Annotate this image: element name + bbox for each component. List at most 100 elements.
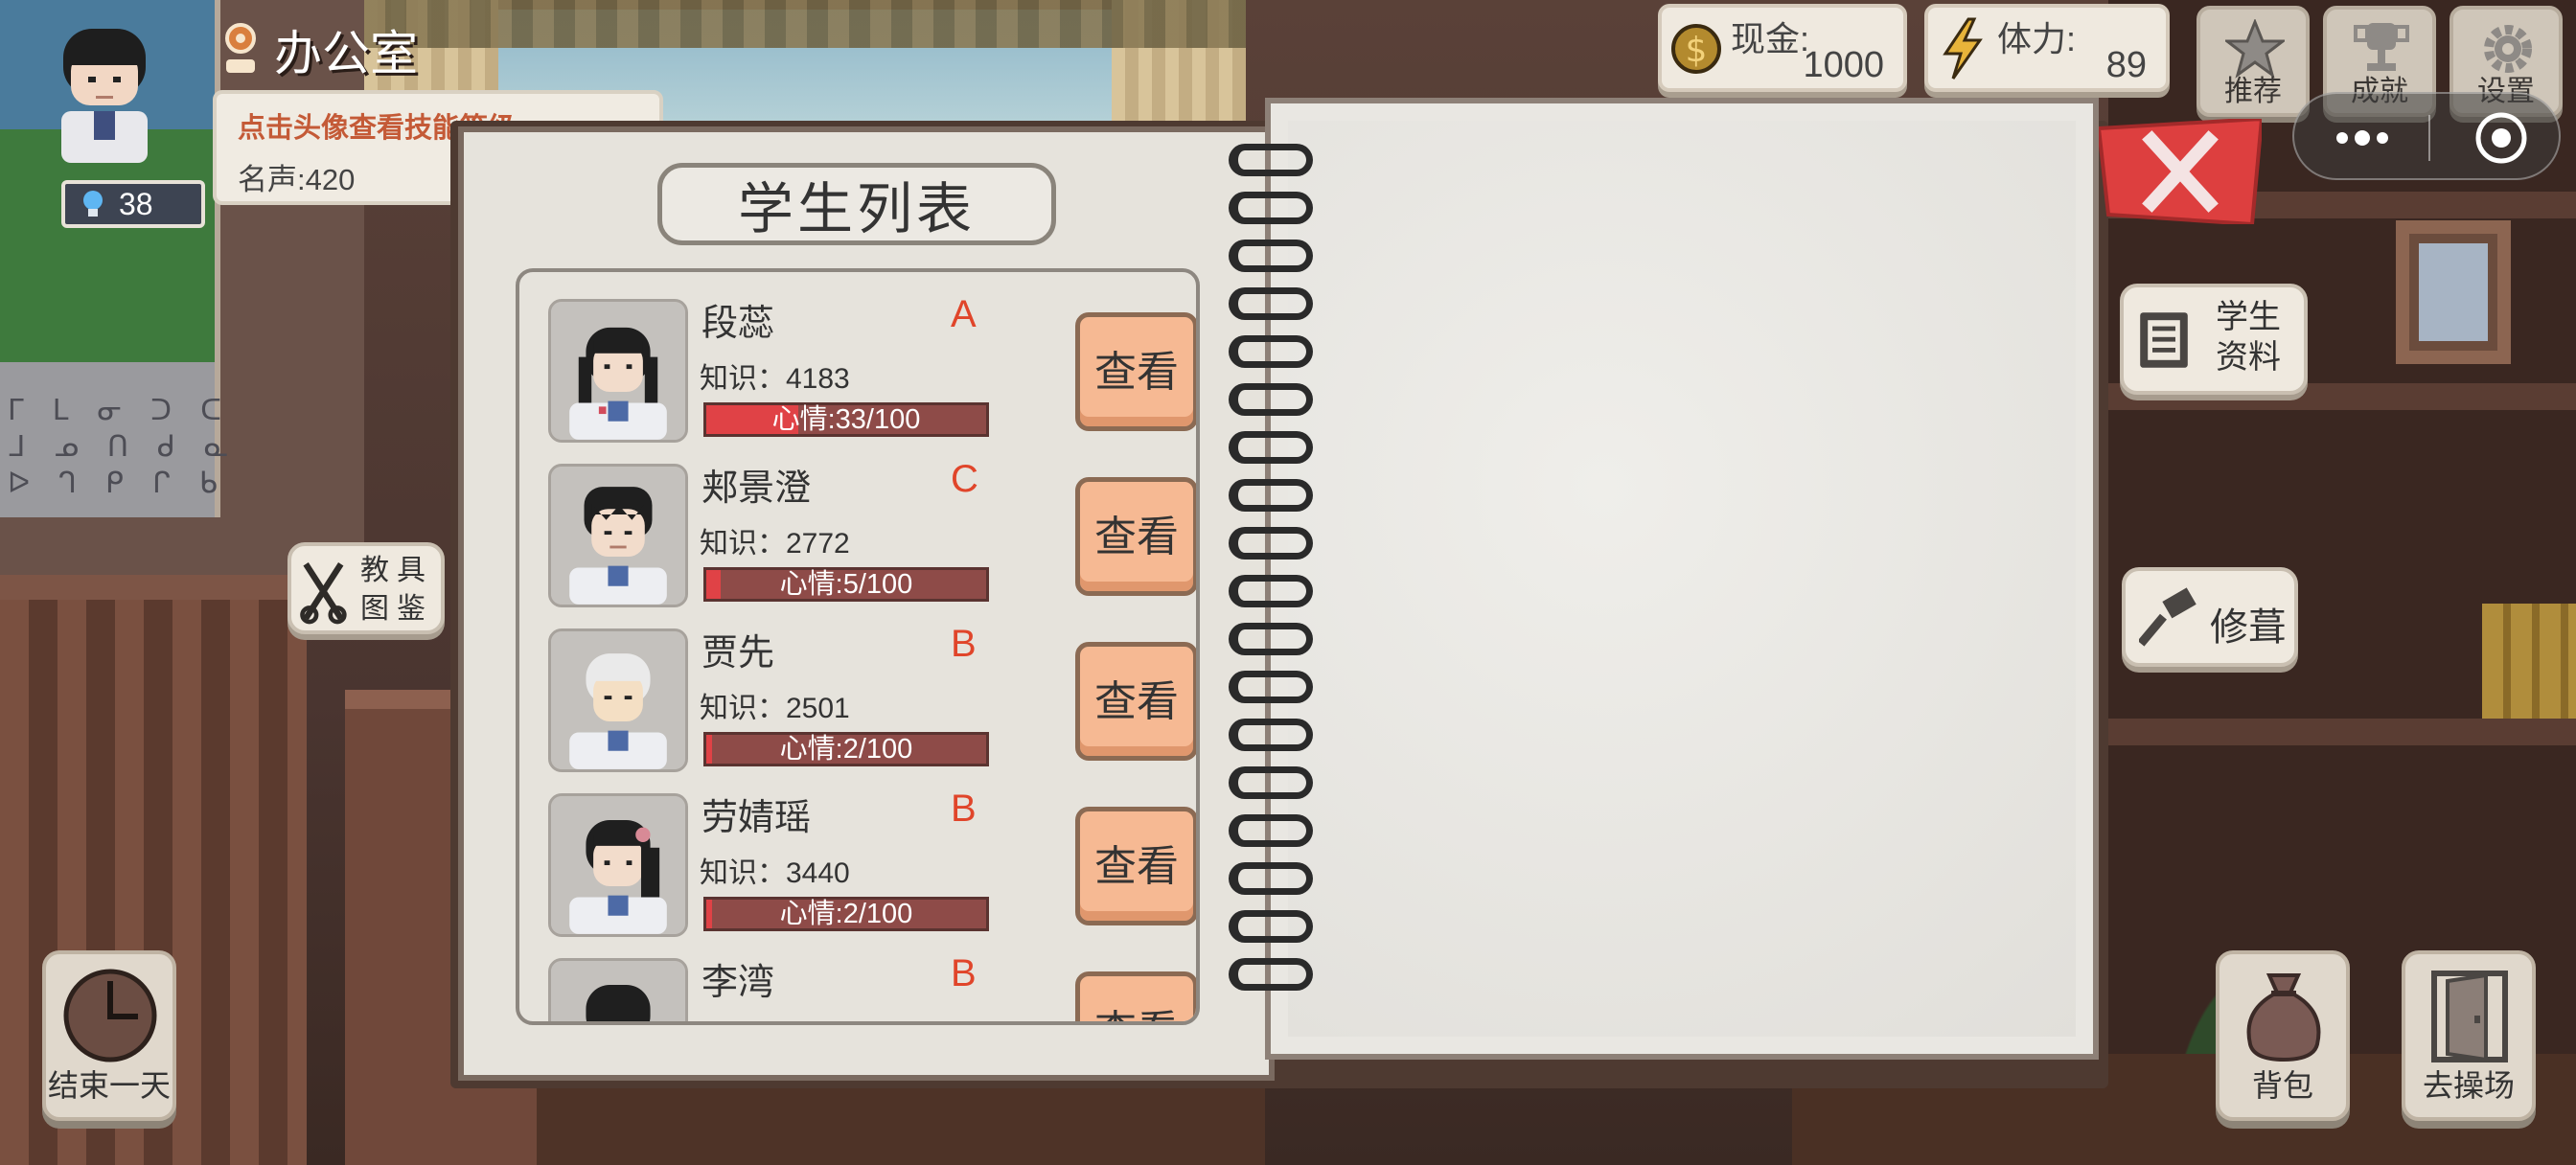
end-day-label: 结束一天	[47, 1068, 171, 1103]
spiral-ring	[1229, 335, 1313, 368]
bag-icon	[2246, 973, 2321, 1062]
student-info-label: 学生资料	[2216, 299, 2281, 376]
student-grade: C	[951, 458, 978, 500]
notebook-right-page	[1265, 98, 2099, 1060]
close-miniprogram-icon[interactable]	[2472, 109, 2530, 167]
mood-label: 心情:2/100	[779, 899, 913, 929]
close-icon[interactable]	[2099, 119, 2262, 224]
fame-value: 名声:420	[238, 163, 356, 196]
spiral-ring	[1229, 814, 1313, 847]
recommend-button[interactable]: 推荐	[2196, 6, 2310, 117]
miniprogram-capsule	[2292, 92, 2561, 180]
bag-label: 背包	[2251, 1068, 2313, 1103]
mood-bar: 心情:33/100	[703, 402, 989, 437]
location-header: 办公室	[220, 15, 418, 84]
spiral-ring	[1229, 958, 1313, 991]
lightning-icon	[1943, 17, 1983, 80]
view-student-button[interactable]: 查看	[1075, 642, 1196, 761]
spiral-ring	[1229, 862, 1313, 895]
notebook-spiral	[1229, 144, 1315, 1006]
student-knowledge: 知识：4183	[700, 363, 850, 395]
view-student-button[interactable]: 查看	[1075, 477, 1196, 596]
more-icon[interactable]	[2331, 119, 2394, 157]
student-grade: A	[951, 293, 977, 335]
cash-display: $ 现金: 1000	[1658, 4, 1907, 92]
mood-label: 心情:33/100	[771, 404, 921, 435]
bag-button[interactable]: 背包	[2216, 950, 2350, 1121]
student-name: 劳婧瑶	[702, 798, 812, 838]
mood-bar: 心情:2/100	[703, 897, 989, 931]
student-name: 郏景澄	[702, 468, 812, 509]
student-knowledge: 知识：2772	[700, 528, 850, 560]
student-portrait[interactable]	[548, 464, 688, 607]
student-info-button[interactable]: 学生资料	[2120, 284, 2308, 395]
spiral-ring	[1229, 527, 1313, 560]
student-knowledge: 知识：2501	[700, 693, 850, 724]
tools-icon	[300, 562, 347, 625]
student-row: 段蕊 A 知识：4183 心情:33/100 查看	[548, 293, 1196, 446]
hammer-icon	[2139, 587, 2196, 647]
document-icon	[2140, 312, 2188, 368]
student-portrait[interactable]	[548, 299, 688, 443]
photo-frame	[2396, 220, 2511, 364]
student-grade: B	[951, 952, 977, 994]
spiral-ring	[1229, 240, 1313, 272]
list-title-box: 学生列表	[657, 163, 1056, 245]
door-icon	[2431, 971, 2508, 1062]
spiral-ring	[1229, 671, 1313, 703]
spiral-ring	[1229, 575, 1313, 607]
teaching-tools-label: 教具图鉴	[360, 555, 433, 625]
view-student-button[interactable]: 查看	[1075, 312, 1196, 431]
student-list[interactable]: 段蕊 A 知识：4183 心情:33/100 查看 郏景澄 C 知识：2772 …	[516, 268, 1200, 1025]
student-portrait[interactable]	[548, 628, 688, 772]
shelf-plank	[2108, 719, 2576, 745]
spiral-ring	[1229, 383, 1313, 416]
student-row: 郏景澄 C 知识：2772 心情:5/100 查看	[548, 458, 1196, 611]
cash-label: 现金:	[1731, 19, 1810, 58]
curtain-valance	[364, 0, 1246, 48]
student-row: 劳婧瑶 B 知识：3440 心情:2/100 查看	[548, 788, 1196, 941]
recommend-label: 推荐	[2224, 76, 2282, 107]
list-title: 学生列表	[737, 178, 976, 240]
player-portrait	[61, 29, 148, 163]
spiral-ring	[1229, 719, 1313, 751]
student-name: 贾先	[702, 633, 775, 674]
repair-button[interactable]: 修葺	[2122, 567, 2298, 667]
poster-letters: ᒥ ᒪ ᓂ ᑐ ᑕ ᒧ ᓄ ᑎ ᑯ ᓇ ᐅ ᒉ ᑭ ᒋ ᑲ	[8, 394, 235, 500]
svg-text:$: $	[1686, 31, 1708, 70]
student-portrait[interactable]	[548, 958, 688, 1025]
mood-label: 心情:5/100	[779, 569, 913, 600]
spiral-ring	[1229, 623, 1313, 655]
student-name: 段蕊	[702, 304, 775, 344]
teaching-tools-button[interactable]: 教具图鉴	[288, 542, 445, 634]
spiral-ring	[1229, 910, 1313, 943]
spiral-ring	[1229, 431, 1313, 464]
player-avatar[interactable]: 38	[42, 19, 205, 228]
capsule-divider	[2428, 115, 2430, 161]
cash-value: 1000	[1803, 45, 1884, 85]
go-playground-button[interactable]: 去操场	[2402, 950, 2536, 1121]
student-name: 李湾	[702, 963, 775, 1003]
student-row: 李湾 B 查看	[548, 952, 1196, 1025]
mood-label: 心情:2/100	[779, 734, 913, 765]
coin-icon: $	[1671, 24, 1721, 74]
stamina-label: 体力:	[1997, 19, 2077, 58]
student-row: 贾先 B 知识：2501 心情:2/100 查看	[548, 623, 1196, 776]
clock-icon	[63, 969, 157, 1062]
stamina-value: 89	[2105, 45, 2147, 85]
student-portrait[interactable]	[548, 793, 688, 937]
spiral-ring	[1229, 287, 1313, 320]
view-student-button[interactable]: 查看	[1075, 971, 1196, 1021]
spiral-ring	[1229, 192, 1313, 224]
end-day-button[interactable]: 结束一天	[42, 950, 176, 1121]
view-student-button[interactable]: 查看	[1075, 807, 1196, 925]
level-badge: 38	[61, 180, 205, 228]
spiral-ring	[1229, 144, 1313, 176]
spiral-ring	[1229, 479, 1313, 512]
stamina-display: 体力: 89	[1924, 4, 2170, 92]
student-grade: B	[951, 788, 977, 830]
location-pin-icon	[225, 23, 256, 73]
books	[2482, 604, 2576, 719]
repair-label: 修葺	[2210, 606, 2287, 649]
location-name: 办公室	[274, 27, 418, 80]
